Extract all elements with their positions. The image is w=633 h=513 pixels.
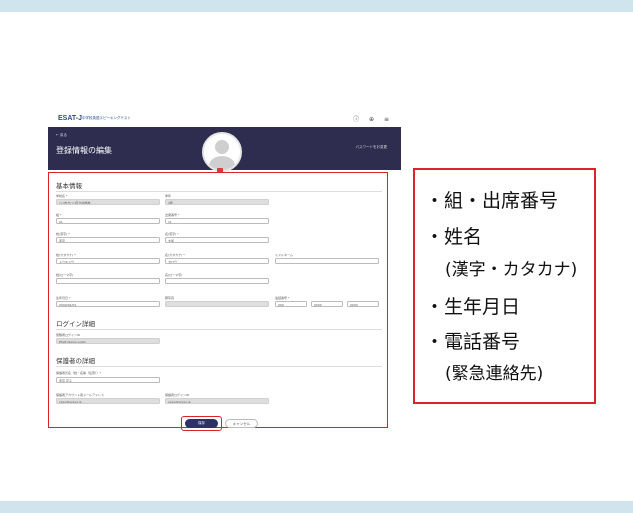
edit-form (48, 172, 388, 428)
photo-field[interactable] (165, 301, 269, 307)
last-roman-field[interactable] (56, 278, 160, 284)
editable-fields-callout: ・組・出席番号 ・姓名 (漢字・カタカナ) ・生年月日 ・電話番号 (緊急連絡先… (413, 168, 596, 404)
divider (56, 329, 382, 330)
callout-item-birthdate: ・生年月日 (425, 296, 521, 318)
last-roman-label: 姓(ローマ字) (56, 273, 74, 277)
photo-label: 顔写真 (165, 296, 175, 300)
birthdate-field[interactable]: 2009/04/01 (56, 301, 160, 307)
phone-field-3[interactable]: 0000 (347, 301, 379, 307)
last-kana-field[interactable]: トウキョウ (56, 258, 160, 264)
login-id-label: 受験者ログインID (56, 333, 81, 337)
last-name-field[interactable]: 東京 (56, 237, 160, 243)
divider (56, 366, 382, 367)
number-label: 出席番号 * (165, 213, 180, 217)
first-name-field[interactable]: 太郎 (165, 237, 269, 243)
callout-item-class-number: ・組・出席番号 (425, 190, 559, 212)
callout-item-name-note: (漢字・カタカナ) (445, 260, 578, 280)
class-select[interactable]: 01 (56, 218, 160, 224)
grade-label: 学年 (165, 194, 172, 198)
login-id-field: ESAT-Jdemo-Login (56, 338, 160, 344)
back-link[interactable]: ← 戻る (56, 133, 67, 138)
first-roman-label: 名(ローマ字) (165, 273, 183, 277)
class-label: 組 * (56, 213, 62, 217)
guardian-name-label: 保護者氏名（姓・名等（任意））* (56, 371, 102, 375)
top-band (0, 0, 633, 12)
first-name-label: 名(漢字) * (165, 232, 179, 236)
avatar[interactable] (202, 132, 242, 172)
phone-field-1[interactable]: 090 (275, 301, 307, 307)
middle-name-field[interactable] (275, 258, 379, 264)
guardian-email-label: 保護者アカウント用メールアドレス (56, 393, 105, 397)
callout-item-phone: ・電話番号 (425, 331, 521, 353)
grade-field: 3年 (165, 199, 269, 205)
page-title: 登録情報の編集 (56, 146, 112, 155)
logo-subtitle: 中学校英語スピーキングテスト (82, 116, 131, 120)
school-label: 学校名 * (56, 194, 68, 198)
bottom-band (0, 501, 633, 513)
first-roman-field[interactable] (165, 278, 269, 284)
app-header: ESAT-J 中学校英語スピーキングテスト ⓘ ⊕ ≡ (48, 112, 401, 128)
callout-item-phone-note: (緊急連絡先) (445, 364, 544, 384)
divider (56, 191, 382, 192)
first-kana-field[interactable]: タロウ (165, 258, 269, 264)
middle-name-label: ミドルネーム (275, 253, 293, 257)
last-kana-label: 姓(カタカナ) * (56, 253, 76, 257)
callout-item-name: ・姓名 (425, 226, 483, 248)
cancel-button[interactable]: キャンセル (225, 419, 258, 428)
number-field[interactable]: 11 (165, 218, 269, 224)
first-kana-label: 名(カタカナ) * (165, 253, 185, 257)
guardian-details-title: 保護者の詳細 (56, 357, 95, 365)
guardian-name-field[interactable]: 東京 花子 (56, 377, 160, 383)
last-name-label: 姓(漢字) * (56, 232, 70, 236)
basic-info-title: 基本情報 (56, 182, 82, 190)
guardian-email-field: xxxx@xxxxx.jp (56, 398, 160, 404)
login-details-title: ログイン詳細 (56, 320, 95, 328)
school-field: ○○市立○○区立中学校 (56, 199, 160, 205)
save-button[interactable]: 保存 (185, 419, 218, 428)
guardian-login-field: xxxx@xxxxx.jp (165, 398, 269, 404)
phone-field-2[interactable]: 0000 (311, 301, 343, 307)
birthdate-label: 生年月日 * (56, 296, 71, 300)
logo[interactable]: ESAT-J (58, 115, 82, 122)
change-password-link[interactable]: パスワードをお変更 (356, 145, 388, 150)
guardian-login-label: 保護者ログインID (165, 393, 190, 397)
header-icons[interactable]: ⓘ ⊕ ≡ (353, 114, 393, 123)
phone-label: 電話番号 * (275, 296, 290, 300)
